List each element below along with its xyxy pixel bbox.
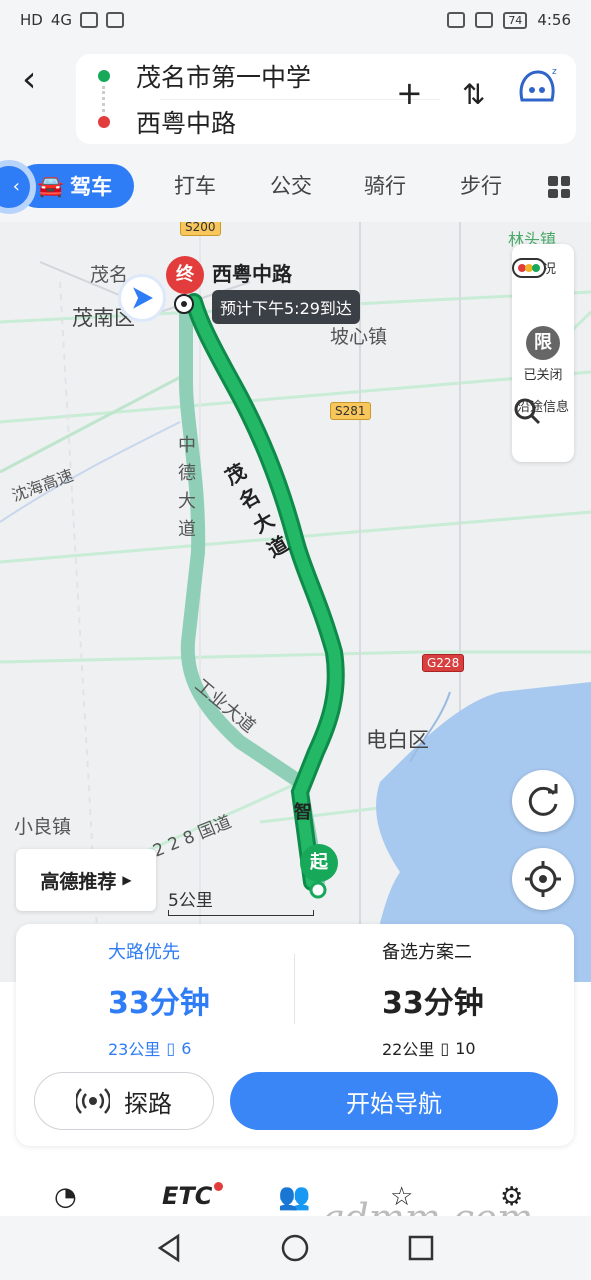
- back-icon[interactable]: ‹: [22, 62, 52, 102]
- start-marker[interactable]: 起: [300, 844, 338, 882]
- svg-text:z: z: [552, 67, 557, 77]
- traffic-light-count-icon: ▯: [166, 1038, 176, 1058]
- probe-button[interactable]: 探路: [34, 1072, 214, 1130]
- battery-indicator: 74: [503, 11, 528, 29]
- map-label-zhongde: 中德大道: [178, 435, 196, 540]
- destination-field[interactable]: 西粤中路: [136, 104, 236, 140]
- recommend-button[interactable]: 高德推荐 ▶: [16, 849, 156, 911]
- tab-bus[interactable]: 公交: [270, 170, 312, 200]
- refresh-icon: [528, 784, 558, 816]
- map-label-poxin: 坡心镇: [330, 326, 388, 348]
- more-modes-icon[interactable]: [548, 176, 570, 198]
- map-scale-label: 5公里: [168, 891, 213, 911]
- route-option-2[interactable]: 备选方案二 33分钟 22公里 ▯ 10: [382, 938, 484, 1060]
- swap-icon[interactable]: ⇅: [462, 78, 485, 111]
- hd-indicator: HD: [20, 11, 43, 29]
- map-scale-bar: [168, 910, 314, 916]
- map-label-zhi-road: 智: [294, 802, 312, 823]
- eta-tag: 预计下午5:29到达: [212, 290, 360, 324]
- etc-button[interactable]: ETC: [162, 1182, 212, 1210]
- status-bar: HD 4G 74 4:56: [0, 0, 591, 40]
- route-input-box: 茂名市第一中学 西粤中路 + ⇅ z: [76, 54, 576, 144]
- wifi-icon: [106, 12, 125, 28]
- destination-dot-icon: [98, 116, 110, 128]
- destination-row[interactable]: 西粤中路: [76, 100, 236, 144]
- along-route-info[interactable]: 沿途信息: [512, 396, 574, 425]
- broadcast-icon: [76, 1088, 110, 1114]
- tab-bike[interactable]: 骑行: [364, 170, 406, 200]
- shield-g228: G228: [422, 654, 465, 672]
- refresh-button[interactable]: [512, 770, 574, 832]
- eye-icon: [447, 12, 466, 28]
- end-marker[interactable]: 终: [166, 256, 204, 294]
- avatar-icon[interactable]: z: [514, 64, 560, 110]
- shield-s281: S281: [330, 402, 371, 420]
- location-icon: [475, 12, 494, 28]
- traffic-toggle[interactable]: 路况: [512, 258, 574, 278]
- mode-tabs: 🚘 驾车 打车 公交 骑行 步行: [0, 152, 591, 222]
- map-label-dianbai: 电白区: [366, 728, 429, 752]
- route-header: ‹ 茂名市第一中学 西粤中路 + ⇅ z: [0, 40, 591, 152]
- locate-button[interactable]: [512, 848, 574, 910]
- limit-toggle[interactable]: 限 已关闭: [512, 326, 574, 383]
- navigation-arrow-icon: [128, 282, 158, 314]
- map-controls: 路况 限 已关闭 沿途信息: [512, 244, 574, 462]
- notification-dot: [214, 1182, 223, 1191]
- origin-field[interactable]: 茂名市第一中学: [136, 58, 311, 94]
- speed-icon[interactable]: ◔: [54, 1182, 77, 1212]
- limit-icon: 限: [526, 326, 560, 360]
- traffic-light-count-icon: ▯: [440, 1038, 450, 1058]
- network-indicator: 4G: [50, 11, 73, 29]
- clock: 4:56: [537, 11, 571, 29]
- add-stop-icon[interactable]: +: [396, 74, 423, 112]
- map-label-xiaoliang: 小良镇: [14, 816, 72, 838]
- map-view[interactable]: 茂名 茂南区 坡心镇 沈海高速 中德大道 茂名大道 工业大道 电白区 小良镇 2…: [0, 222, 591, 982]
- signal-icon: [80, 12, 99, 28]
- locate-icon: [525, 861, 561, 897]
- shield-s200: S200: [180, 222, 221, 236]
- nav-home-icon[interactable]: [281, 1234, 309, 1262]
- origin-dot-icon: [98, 70, 110, 82]
- nav-recents-icon[interactable]: [408, 1235, 434, 1261]
- search-icon: [514, 398, 541, 425]
- tab-taxi[interactable]: 打车: [174, 170, 216, 200]
- route-option-1[interactable]: 大路优先 33分钟 23公里 ▯ 6: [108, 938, 210, 1060]
- origin-row[interactable]: 茂名市第一中学: [76, 54, 311, 98]
- tab-walk[interactable]: 步行: [460, 170, 502, 200]
- system-nav-bar: [0, 1216, 591, 1280]
- route-options-card: 大路优先 33分钟 23公里 ▯ 6 备选方案二 33分钟 22公里 ▯ 10 …: [16, 924, 574, 1146]
- traffic-light-icon: [512, 258, 546, 278]
- start-navigation-button[interactable]: 开始导航: [230, 1072, 558, 1130]
- end-label: 西粤中路: [212, 262, 292, 286]
- people-icon[interactable]: 👥: [278, 1182, 310, 1212]
- triangle-right-icon: ▶: [122, 873, 132, 887]
- my-location-marker: [118, 274, 166, 322]
- nav-back-icon[interactable]: [157, 1233, 180, 1263]
- car-icon: 🚘: [37, 173, 65, 198]
